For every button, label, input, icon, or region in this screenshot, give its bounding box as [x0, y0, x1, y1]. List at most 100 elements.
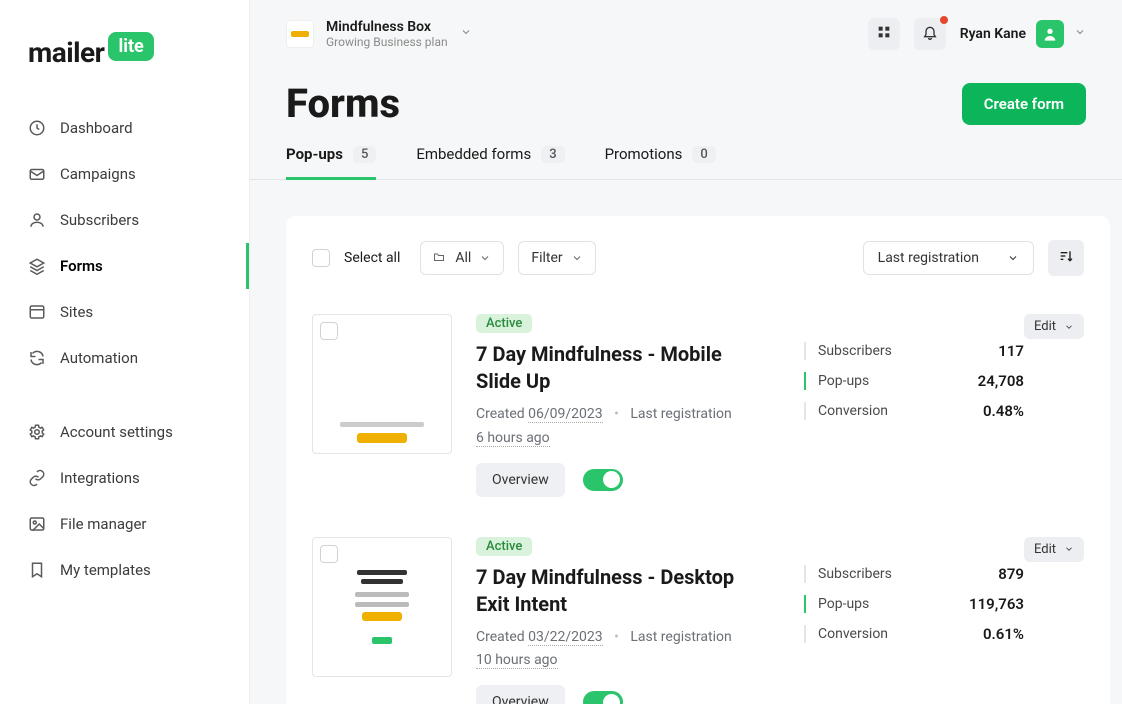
nav-account-settings[interactable]: Account settings: [0, 409, 249, 455]
create-form-button[interactable]: Create form: [962, 83, 1086, 125]
chevron-down-icon: [479, 252, 491, 264]
nav-label: Sites: [60, 303, 93, 321]
forms-list-card: Select all All Filter Last registration: [286, 216, 1110, 704]
list-toolbar: Select all All Filter Last registration: [286, 216, 1110, 294]
folder-filter[interactable]: All: [420, 241, 504, 275]
nav-label: Dashboard: [60, 119, 133, 137]
sidebar: mailerlite Dashboard Campaigns Subscribe…: [0, 0, 250, 704]
nav-label: Integrations: [60, 469, 140, 487]
nav-label: Automation: [60, 349, 138, 367]
nav-automation[interactable]: Automation: [0, 335, 249, 381]
form-thumbnail[interactable]: [312, 537, 452, 677]
sort-icon: [1058, 248, 1074, 268]
bookmark-icon: [28, 561, 46, 579]
workspace-switcher[interactable]: Mindfulness Box Growing Business plan: [286, 19, 472, 49]
nav-label: Subscribers: [60, 211, 139, 229]
apps-button[interactable]: [868, 18, 900, 50]
brand-name: mailer: [28, 36, 104, 69]
sort-direction-button[interactable]: [1048, 240, 1084, 276]
stat-label: Pop-ups: [818, 596, 869, 612]
stat-value: 119,763: [969, 595, 1024, 613]
nav-label: My templates: [60, 561, 151, 579]
form-meta: Created 03/22/2023 • Last registration 1…: [476, 626, 770, 674]
workspace-name: Mindfulness Box: [326, 19, 448, 35]
select-all-label: Select all: [344, 250, 400, 266]
page-title: Forms: [286, 80, 962, 127]
tab-embedded-forms[interactable]: Embedded forms 3: [416, 145, 564, 180]
filter-button[interactable]: Filter: [518, 241, 595, 275]
form-row: Active 7 Day Mindfulness - Mobile Slide …: [286, 294, 1110, 517]
page-header: Forms Create form: [250, 58, 1122, 127]
status-badge: Active: [476, 314, 532, 333]
chevron-down-icon: [1064, 322, 1074, 332]
chevron-down-icon: [1074, 26, 1086, 42]
topbar: Mindfulness Box Growing Business plan Ry…: [250, 0, 1122, 58]
overview-button[interactable]: Overview: [476, 463, 565, 497]
nav-dashboard[interactable]: Dashboard: [0, 105, 249, 151]
stat-label: Conversion: [818, 403, 888, 419]
filter-label: Filter: [531, 250, 562, 266]
grid-icon: [876, 24, 892, 44]
form-thumbnail[interactable]: [312, 314, 452, 454]
stat-label: Subscribers: [818, 566, 892, 582]
form-row: Active 7 Day Mindfulness - Desktop Exit …: [286, 517, 1110, 704]
image-icon: [28, 515, 46, 533]
folder-icon: [433, 251, 447, 265]
stat-label: Subscribers: [818, 343, 892, 359]
tab-popups[interactable]: Pop-ups 5: [286, 145, 376, 180]
workspace-logo: [286, 20, 314, 48]
workspace-plan: Growing Business plan: [326, 35, 448, 49]
edit-button[interactable]: Edit: [1024, 537, 1084, 562]
nav-label: File manager: [60, 515, 146, 533]
row-checkbox[interactable]: [320, 322, 338, 340]
form-title[interactable]: 7 Day Mindfulness - Desktop Exit Intent: [476, 564, 756, 618]
form-meta: Created 06/09/2023 • Last registration 6…: [476, 403, 770, 451]
form-stats: Subscribers 879 Pop-ups 119,763 Conversi…: [804, 537, 1024, 643]
notification-dot: [940, 16, 948, 24]
clock-icon: [28, 119, 46, 137]
avatar: [1036, 20, 1064, 48]
user-icon: [28, 211, 46, 229]
status-badge: Active: [476, 537, 532, 556]
stat-value: 0.61%: [983, 625, 1024, 643]
user-name: Ryan Kane: [960, 26, 1026, 42]
edit-button[interactable]: Edit: [1024, 314, 1084, 339]
link-icon: [28, 469, 46, 487]
layers-icon: [28, 257, 46, 275]
user-menu[interactable]: Ryan Kane: [960, 20, 1086, 48]
created-date: 06/09/2023: [528, 406, 603, 423]
nav-my-templates[interactable]: My templates: [0, 547, 249, 593]
tab-label: Embedded forms: [416, 145, 531, 163]
active-toggle[interactable]: [583, 691, 623, 704]
nav-campaigns[interactable]: Campaigns: [0, 151, 249, 197]
stat-value: 879: [998, 565, 1024, 583]
select-all-checkbox[interactable]: [312, 249, 330, 267]
nav-label: Account settings: [60, 423, 173, 441]
chevron-down-icon: [460, 26, 472, 42]
nav-sites[interactable]: Sites: [0, 289, 249, 335]
brand-logo[interactable]: mailerlite: [0, 24, 249, 105]
chevron-down-icon: [1007, 252, 1019, 264]
tab-count: 0: [692, 146, 715, 163]
last-registration: 6 hours ago: [476, 430, 550, 447]
mail-icon: [28, 165, 46, 183]
nav-integrations[interactable]: Integrations: [0, 455, 249, 501]
notifications-button[interactable]: [914, 18, 946, 50]
tab-promotions[interactable]: Promotions 0: [605, 145, 716, 180]
sort-select[interactable]: Last registration: [863, 241, 1034, 275]
overview-button[interactable]: Overview: [476, 685, 565, 704]
primary-nav: Dashboard Campaigns Subscribers Forms Si…: [0, 105, 249, 593]
chevron-down-icon: [1064, 544, 1074, 554]
tab-count: 3: [541, 146, 564, 163]
created-date: 03/22/2023: [528, 629, 603, 646]
stat-label: Pop-ups: [818, 373, 869, 389]
nav-label: Forms: [60, 257, 103, 275]
form-stats: Subscribers 117 Pop-ups 24,708 Conversio…: [804, 314, 1024, 420]
nav-forms[interactable]: Forms: [0, 243, 249, 289]
row-checkbox[interactable]: [320, 545, 338, 563]
active-toggle[interactable]: [583, 469, 623, 491]
nav-file-manager[interactable]: File manager: [0, 501, 249, 547]
form-title[interactable]: 7 Day Mindfulness - Mobile Slide Up: [476, 341, 756, 395]
stat-value: 117: [998, 342, 1024, 360]
nav-subscribers[interactable]: Subscribers: [0, 197, 249, 243]
